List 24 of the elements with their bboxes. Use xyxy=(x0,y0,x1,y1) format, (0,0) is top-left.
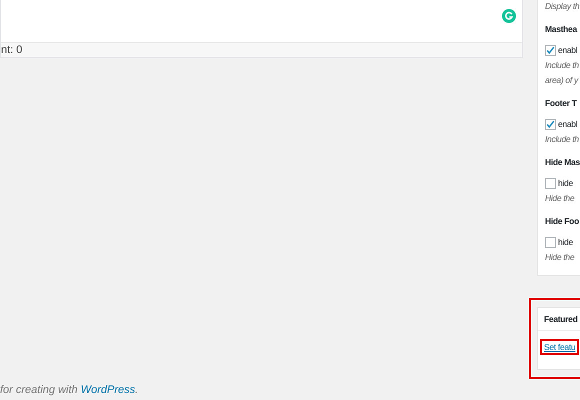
checkbox[interactable] xyxy=(545,118,556,130)
description-text: area) of y xyxy=(545,75,578,85)
description-text: Display th xyxy=(545,1,580,11)
checkbox-label: enabl xyxy=(558,118,578,131)
box-title: Featured xyxy=(544,314,578,324)
option-heading: Masthea xyxy=(545,24,577,34)
description-text: Include th xyxy=(545,60,579,70)
wordpress-link[interactable]: WordPress xyxy=(80,384,136,396)
description-text: Include th xyxy=(545,134,579,144)
checkbox-label: hide xyxy=(558,177,573,190)
checkbox-label: enabl xyxy=(558,44,578,57)
grammarly-icon[interactable] xyxy=(502,9,516,23)
option-heading: Hide Mas xyxy=(545,157,580,167)
option-heading: Footer T xyxy=(545,98,577,108)
description-text: Hide the xyxy=(545,252,574,262)
word-count: nt: 0 xyxy=(1,44,22,56)
checkbox[interactable] xyxy=(545,236,556,248)
footer-text: for creating with WordPress. xyxy=(0,384,138,396)
description-text: Hide the xyxy=(545,193,574,203)
checkbox[interactable] xyxy=(545,178,556,188)
set-featured-link[interactable]: Set featu xyxy=(540,339,580,355)
option-heading: Hide Foo xyxy=(545,216,579,226)
checkbox[interactable] xyxy=(545,44,556,56)
checkbox-label: hide xyxy=(558,236,573,249)
